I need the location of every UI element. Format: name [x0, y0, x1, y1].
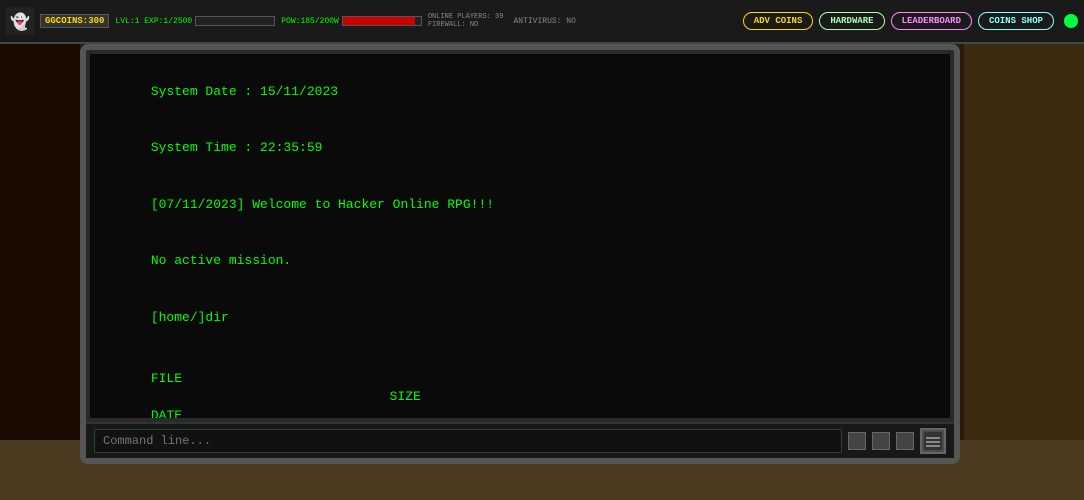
pow-label: POW:185/200W — [281, 17, 339, 26]
time-line: System Time : 22:35:59 — [104, 121, 936, 178]
cmd-btn-1[interactable] — [848, 432, 866, 450]
time-text: System Time : 22:35:59 — [151, 140, 323, 155]
cmd-btn-2[interactable] — [872, 432, 890, 450]
col-size-header: SIZE — [151, 388, 431, 407]
svg-text:👻: 👻 — [10, 12, 30, 32]
exp-label: LVL:1 EXP:1/2500 — [115, 17, 192, 26]
exp-bar-container: LVL:1 EXP:1/2500 — [115, 16, 275, 26]
welcome-text: [07/11/2023] Welcome to Hacker Online RP… — [151, 197, 494, 212]
leaderboard-button[interactable]: LEADERBOARD — [891, 12, 972, 30]
dir-cmd-line: [home/]dir — [104, 290, 936, 347]
dir-cmd-text: [home/]dir — [151, 310, 229, 325]
col-file-header: FILE — [151, 370, 351, 389]
pow-bar-wrap — [342, 16, 422, 26]
firewall-label: FIREWALL: NO — [428, 21, 504, 29]
coins-shop-button[interactable]: COINS SHOP — [978, 12, 1054, 30]
bg-right — [964, 0, 1084, 500]
ggcoins-label: GGCOINS:300 — [45, 16, 104, 26]
monitor-frame: System Date : 15/11/2023 System Time : 2… — [80, 44, 960, 464]
mission-line: No active mission. — [104, 234, 936, 291]
top-bar: 👻 GGCOINS:300 LVL:1 EXP:1/2500 POW:185/2… — [0, 0, 1084, 44]
date-line: System Date : 15/11/2023 — [104, 64, 936, 121]
hardware-button[interactable]: HARDWARE — [819, 12, 884, 30]
nav-buttons: ADV COINS HARDWARE LEADERBOARD COINS SHO… — [743, 12, 1078, 30]
ggcoins-display: GGCOINS:300 — [40, 14, 109, 28]
online-players-label: ONLINE PLAYERS: 39 — [428, 13, 504, 21]
command-input[interactable] — [94, 429, 842, 453]
cmd-btn-3[interactable] — [896, 432, 914, 450]
exp-bar-wrap — [195, 16, 275, 26]
antivirus-label: ANTIVIRUS: NO — [513, 17, 575, 26]
avatar-icon: 👻 — [6, 7, 34, 35]
date-text: System Date : 15/11/2023 — [151, 84, 338, 99]
pow-bar-container: POW:185/200W — [281, 16, 422, 26]
cmd-btn-expand[interactable] — [920, 428, 946, 454]
mission-text: No active mission. — [151, 253, 291, 268]
sub-stats: ONLINE PLAYERS: 39 FIREWALL: NO — [428, 13, 504, 29]
bg-left — [0, 0, 80, 500]
pow-bar-fill — [343, 17, 415, 25]
status-dot — [1064, 14, 1078, 28]
expand-icon — [922, 430, 944, 452]
col-date-header: DATE — [151, 408, 182, 418]
adv-coins-button[interactable]: ADV COINS — [743, 12, 814, 30]
terminal-screen: System Date : 15/11/2023 System Time : 2… — [90, 54, 950, 418]
welcome-line: [07/11/2023] Welcome to Hacker Online RP… — [104, 177, 936, 234]
command-bar — [86, 422, 954, 458]
file-header-line: FILE SIZE DATE — [104, 351, 936, 418]
